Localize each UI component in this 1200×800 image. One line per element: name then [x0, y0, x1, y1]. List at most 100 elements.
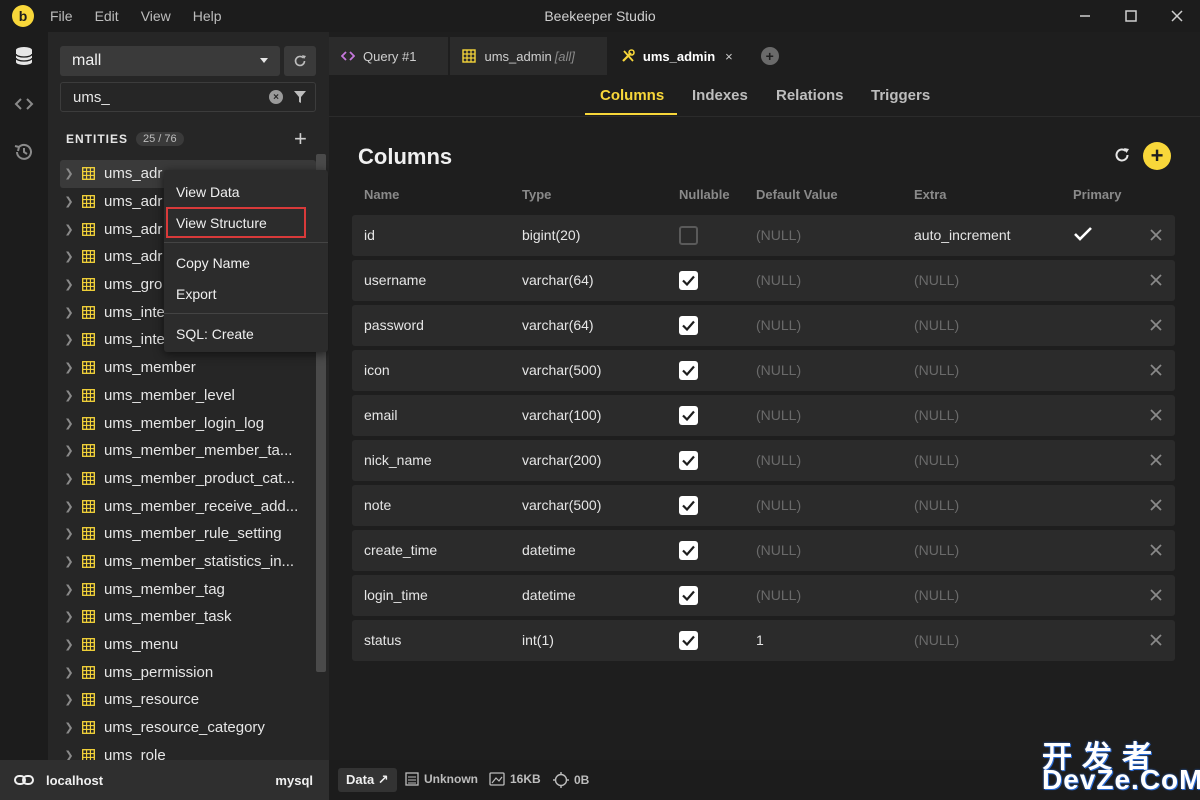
- subtab-columns[interactable]: Columns: [600, 87, 664, 104]
- entity-item[interactable]: ❯ ums_member_level: [60, 382, 316, 410]
- primary-key-cell[interactable]: [1073, 496, 1093, 512]
- nullable-checkbox[interactable]: [679, 226, 698, 245]
- subtab-indexes[interactable]: Indexes: [692, 87, 748, 104]
- column-name-cell[interactable]: icon: [364, 362, 390, 378]
- chevron-right-icon[interactable]: ❯: [60, 666, 78, 679]
- delete-column-button[interactable]: [1149, 363, 1163, 380]
- refresh-connection-button[interactable]: [284, 46, 316, 76]
- extra-cell[interactable]: (NULL): [914, 632, 959, 648]
- extra-cell[interactable]: (NULL): [914, 317, 959, 333]
- default-value-cell[interactable]: (NULL): [756, 542, 801, 558]
- default-value-cell[interactable]: (NULL): [756, 227, 801, 243]
- menu-export[interactable]: Export: [164, 278, 328, 309]
- chevron-right-icon[interactable]: ❯: [60, 638, 78, 651]
- delete-column-button[interactable]: [1149, 408, 1163, 425]
- menu-file[interactable]: File: [50, 8, 73, 24]
- chevron-right-icon[interactable]: ❯: [60, 306, 78, 319]
- history-button[interactable]: [0, 128, 48, 176]
- nullable-checkbox[interactable]: [679, 451, 698, 470]
- entity-item[interactable]: ❯ ums_member_product_cat...: [60, 465, 316, 493]
- chevron-right-icon[interactable]: ❯: [60, 500, 78, 513]
- column-type-cell[interactable]: varchar(200): [522, 452, 601, 468]
- chevron-right-icon[interactable]: ❯: [60, 389, 78, 402]
- connection-select[interactable]: mall: [60, 46, 280, 76]
- entity-item[interactable]: ❯ ums_permission: [60, 658, 316, 686]
- extra-cell[interactable]: (NULL): [914, 542, 959, 558]
- chevron-right-icon[interactable]: ❯: [60, 555, 78, 568]
- funnel-icon[interactable]: [293, 89, 307, 105]
- nullable-checkbox[interactable]: [679, 586, 698, 605]
- entity-item[interactable]: ❯ ums_member_login_log: [60, 409, 316, 437]
- default-value-cell[interactable]: 1: [756, 632, 764, 648]
- column-type-cell[interactable]: int(1): [522, 632, 554, 648]
- entity-filter-input[interactable]: [61, 88, 251, 106]
- delete-column-button[interactable]: [1149, 228, 1163, 245]
- delete-column-button[interactable]: [1149, 498, 1163, 515]
- subtab-relations[interactable]: Relations: [776, 87, 844, 104]
- column-type-cell[interactable]: datetime: [522, 587, 576, 603]
- menu-view-structure[interactable]: View Structure: [166, 207, 306, 238]
- chevron-right-icon[interactable]: ❯: [60, 721, 78, 734]
- entity-item[interactable]: ❯ ums_member_rule_setting: [60, 520, 316, 548]
- entity-item[interactable]: ❯ ums_role: [60, 741, 316, 760]
- default-value-cell[interactable]: (NULL): [756, 317, 801, 333]
- chevron-right-icon[interactable]: ❯: [60, 361, 78, 374]
- query-button[interactable]: [0, 80, 48, 128]
- entity-item[interactable]: ❯ ums_member: [60, 354, 316, 382]
- nullable-checkbox[interactable]: [679, 496, 698, 515]
- primary-key-cell[interactable]: [1073, 451, 1093, 467]
- nullable-checkbox[interactable]: [679, 631, 698, 650]
- tab-ums-admin-structure[interactable]: ums_admin ×: [608, 37, 745, 75]
- extra-cell[interactable]: auto_increment: [914, 227, 1011, 243]
- extra-cell[interactable]: (NULL): [914, 407, 959, 423]
- new-tab-button[interactable]: +: [760, 47, 779, 65]
- column-type-cell[interactable]: varchar(500): [522, 362, 601, 378]
- delete-column-button[interactable]: [1149, 633, 1163, 650]
- entity-item[interactable]: ❯ ums_resource: [60, 686, 316, 714]
- column-name-cell[interactable]: note: [364, 497, 391, 513]
- default-value-cell[interactable]: (NULL): [756, 407, 801, 423]
- nullable-checkbox[interactable]: [679, 361, 698, 380]
- maximize-button[interactable]: [1108, 0, 1154, 32]
- tab-query-1[interactable]: Query #1: [329, 37, 449, 75]
- nullable-checkbox[interactable]: [679, 271, 698, 290]
- delete-column-button[interactable]: [1149, 453, 1163, 470]
- chevron-right-icon[interactable]: ❯: [60, 527, 78, 540]
- connection-status[interactable]: localhost mysql: [0, 760, 329, 800]
- nullable-checkbox[interactable]: [679, 316, 698, 335]
- clear-filter-icon[interactable]: ×: [269, 90, 283, 104]
- delete-column-button[interactable]: [1149, 273, 1163, 290]
- column-name-cell[interactable]: status: [364, 632, 401, 648]
- chevron-right-icon[interactable]: ❯: [60, 250, 78, 263]
- delete-column-button[interactable]: [1149, 588, 1163, 605]
- column-name-cell[interactable]: nick_name: [364, 452, 432, 468]
- entity-item[interactable]: ❯ ums_member_receive_add...: [60, 492, 316, 520]
- entity-item[interactable]: ❯ ums_menu: [60, 631, 316, 659]
- entity-item[interactable]: ❯ ums_member_task: [60, 603, 316, 631]
- extra-cell[interactable]: (NULL): [914, 362, 959, 378]
- chevron-right-icon[interactable]: ❯: [60, 195, 78, 208]
- primary-key-cell[interactable]: [1073, 316, 1093, 332]
- column-name-cell[interactable]: id: [364, 227, 375, 243]
- chevron-right-icon[interactable]: ❯: [60, 278, 78, 291]
- extra-cell[interactable]: (NULL): [914, 452, 959, 468]
- primary-key-cell[interactable]: [1073, 361, 1093, 377]
- column-type-cell[interactable]: bigint(20): [522, 227, 580, 243]
- column-name-cell[interactable]: email: [364, 407, 397, 423]
- column-type-cell[interactable]: varchar(100): [522, 407, 601, 423]
- primary-key-cell[interactable]: [1073, 226, 1093, 245]
- primary-key-cell[interactable]: [1073, 541, 1093, 557]
- chevron-right-icon[interactable]: ❯: [60, 167, 78, 180]
- menu-help[interactable]: Help: [193, 8, 222, 24]
- minimize-button[interactable]: [1062, 0, 1108, 32]
- chevron-right-icon[interactable]: ❯: [60, 472, 78, 485]
- column-type-cell[interactable]: varchar(64): [522, 317, 594, 333]
- primary-key-cell[interactable]: [1073, 631, 1093, 647]
- column-name-cell[interactable]: password: [364, 317, 424, 333]
- chevron-right-icon[interactable]: ❯: [60, 583, 78, 596]
- menu-view-data[interactable]: View Data: [164, 176, 328, 207]
- primary-key-cell[interactable]: [1073, 271, 1093, 287]
- chevron-right-icon[interactable]: ❯: [60, 444, 78, 457]
- close-window-button[interactable]: [1154, 0, 1200, 32]
- nullable-checkbox[interactable]: [679, 541, 698, 560]
